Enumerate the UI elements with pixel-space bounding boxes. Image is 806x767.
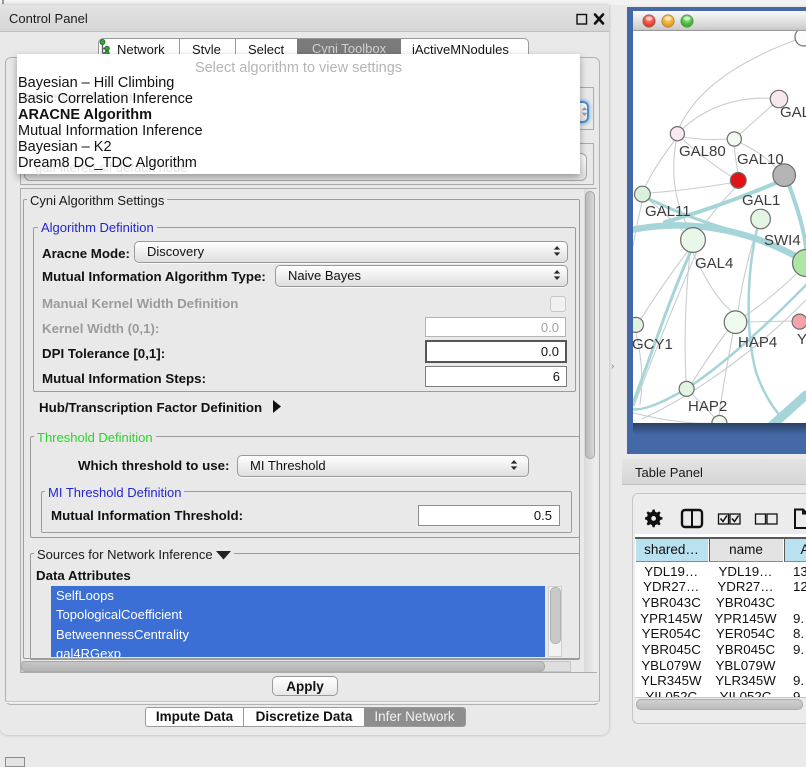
svg-text:HAP4: HAP4 xyxy=(738,334,777,351)
svg-text:GAL2: GAL2 xyxy=(780,104,806,121)
svg-text:GAL11: GAL11 xyxy=(645,203,691,220)
svg-text:SWI4: SWI4 xyxy=(764,232,801,249)
svg-text:HAP2: HAP2 xyxy=(688,398,727,415)
svg-text:GAL4: GAL4 xyxy=(695,255,733,272)
svg-text:GAL1: GAL1 xyxy=(742,192,780,209)
svg-text:GCY1: GCY1 xyxy=(633,336,673,353)
svg-text:Y: Y xyxy=(797,331,806,348)
svg-text:GAL10: GAL10 xyxy=(737,151,784,168)
svg-text:GAL80: GAL80 xyxy=(679,143,726,160)
